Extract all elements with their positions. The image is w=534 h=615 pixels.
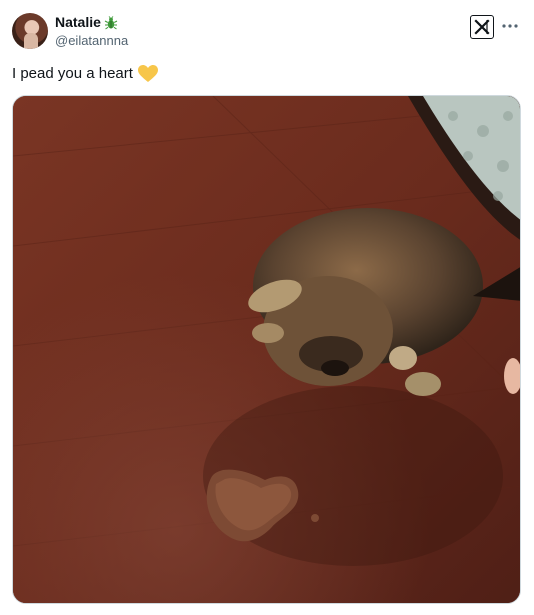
more-options-icon[interactable] — [502, 17, 518, 35]
display-name[interactable]: Natalie — [55, 14, 101, 31]
bug-icon — [104, 15, 118, 30]
avatar[interactable] — [12, 13, 48, 49]
author-info: Natalie @eilatannna — [55, 14, 128, 50]
tweet-header: Natalie @eilatannna — [12, 13, 524, 53]
user-handle[interactable]: @eilatannna — [55, 32, 128, 50]
yellow-heart-icon — [137, 65, 158, 83]
tweet-text-content: I pead you a heart — [12, 65, 133, 82]
x-logo-icon[interactable] — [470, 15, 494, 39]
name-row: Natalie — [55, 14, 128, 31]
tweet-text: I pead you a heart — [12, 64, 158, 84]
tweet-photo[interactable] — [12, 95, 521, 604]
